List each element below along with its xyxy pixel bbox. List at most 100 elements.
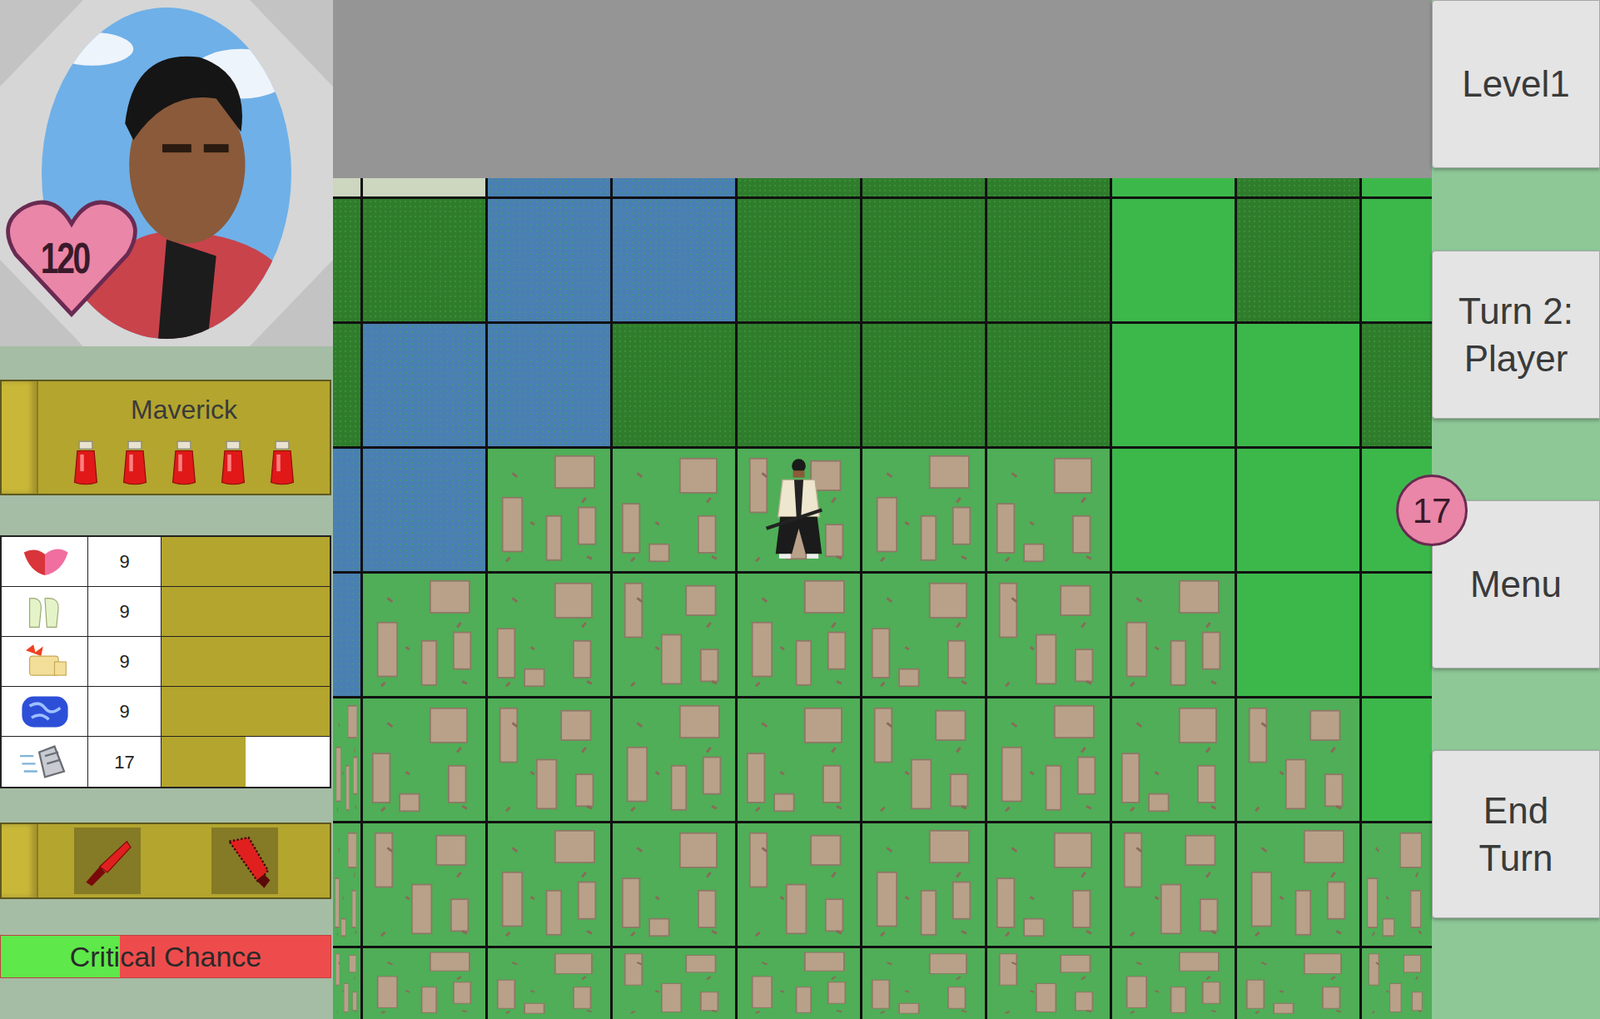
end-turn-button[interactable]: End Turn — [1431, 750, 1600, 919]
map-tile[interactable] — [612, 448, 736, 572]
map-tile[interactable] — [1112, 448, 1235, 572]
map-tile[interactable] — [1361, 698, 1432, 821]
map-tile[interactable] — [1361, 823, 1432, 946]
map-tile[interactable] — [362, 178, 486, 197]
map-tile[interactable] — [1112, 823, 1235, 946]
map-tile[interactable] — [487, 698, 611, 821]
map-tile[interactable] — [1112, 698, 1235, 821]
map-tile[interactable] — [1112, 198, 1235, 322]
map — [332, 178, 1432, 1019]
map-tile[interactable] — [487, 178, 611, 197]
map-tile[interactable] — [737, 573, 860, 696]
map-tile[interactable] — [1237, 323, 1360, 447]
map-tile[interactable] — [332, 448, 361, 572]
map-tile[interactable] — [362, 198, 486, 322]
map-tile[interactable] — [737, 698, 860, 821]
map-tile[interactable] — [737, 823, 860, 946]
map-tile[interactable] — [487, 448, 611, 572]
map-tile[interactable] — [987, 823, 1110, 946]
map-tile[interactable] — [612, 948, 736, 1019]
map-tile[interactable] — [862, 178, 985, 197]
ruins-icon — [1361, 948, 1432, 1019]
map-tile[interactable] — [987, 948, 1110, 1019]
level-button[interactable]: Level1 — [1431, 0, 1600, 169]
map-tile[interactable] — [862, 698, 985, 821]
map-tile[interactable] — [862, 323, 985, 447]
map-tile[interactable] — [1237, 573, 1360, 696]
map-tile[interactable] — [332, 698, 361, 821]
ruins-icon — [737, 823, 860, 946]
map-tile[interactable] — [1112, 573, 1235, 696]
samurai-unit-icon[interactable] — [740, 452, 857, 568]
map-tile[interactable] — [612, 823, 736, 946]
map-tile[interactable] — [987, 448, 1110, 572]
map-tile[interactable] — [487, 948, 611, 1019]
map-tile[interactable] — [987, 198, 1110, 322]
map-tile[interactable] — [987, 573, 1110, 696]
map-tile[interactable] — [737, 323, 860, 447]
map-tile[interactable] — [612, 698, 736, 821]
map-tile[interactable] — [987, 698, 1110, 821]
map-tile[interactable] — [1361, 948, 1432, 1019]
map-tile[interactable] — [332, 823, 361, 946]
map-tile[interactable] — [612, 178, 736, 197]
hp-heart: 120 — [4, 193, 139, 322]
map-tile[interactable] — [862, 448, 985, 572]
map-tile[interactable] — [487, 198, 611, 322]
map-tile[interactable] — [487, 573, 611, 696]
ruins-icon — [332, 823, 361, 946]
map-tile[interactable] — [1237, 823, 1360, 946]
map-tile[interactable] — [362, 948, 486, 1019]
map-tile[interactable] — [1237, 948, 1360, 1019]
map-tile[interactable] — [487, 323, 611, 447]
map-tile[interactable] — [1361, 198, 1432, 322]
map-tile[interactable] — [362, 573, 486, 696]
speed-icon — [15, 742, 75, 781]
stat-row: 9 — [1, 536, 330, 587]
map-tile[interactable] — [332, 573, 361, 696]
map-tile[interactable] — [612, 573, 736, 696]
map-tile[interactable] — [1361, 323, 1432, 447]
map-tile[interactable] — [737, 178, 860, 197]
turn-indicator[interactable]: Turn 2: Player — [1431, 250, 1600, 419]
map-tile[interactable] — [362, 323, 486, 447]
map-tile[interactable] — [612, 198, 736, 322]
map-tile[interactable] — [1237, 178, 1360, 197]
stat-row: 9 — [1, 636, 330, 687]
map-tile[interactable] — [737, 448, 860, 572]
ruins-icon — [737, 948, 860, 1019]
map-tile[interactable] — [862, 823, 985, 946]
map-tile[interactable] — [862, 948, 985, 1019]
map-tile[interactable] — [987, 178, 1110, 197]
saw-icon — [215, 831, 274, 890]
map-tile[interactable] — [737, 948, 860, 1019]
map-tile[interactable] — [1237, 448, 1360, 572]
weapon-slot[interactable] — [74, 827, 141, 895]
map-tile[interactable] — [862, 198, 985, 322]
map-tile[interactable] — [1112, 178, 1235, 197]
map-tile[interactable] — [362, 823, 486, 946]
map-tile[interactable] — [1361, 178, 1432, 197]
map-tile[interactable] — [362, 448, 486, 572]
map-tile[interactable] — [987, 323, 1110, 447]
map-tile[interactable] — [332, 198, 361, 322]
map-tile[interactable] — [332, 948, 361, 1019]
map-tile[interactable] — [362, 698, 486, 821]
map-tile[interactable] — [487, 823, 611, 946]
scroll-roll — [1, 824, 39, 898]
stat-value: 9 — [88, 586, 162, 637]
ruins-icon — [1112, 573, 1235, 696]
map-tile[interactable] — [332, 323, 361, 447]
map-tile[interactable] — [1112, 948, 1235, 1019]
weapon-slot[interactable] — [211, 827, 279, 895]
map-tile[interactable] — [737, 198, 860, 322]
map-tile[interactable] — [862, 573, 985, 696]
map-tile[interactable] — [612, 323, 736, 447]
map-tile[interactable] — [332, 178, 361, 197]
stat-bar — [161, 736, 330, 787]
map-tile[interactable] — [1237, 698, 1360, 821]
map-tile[interactable] — [1361, 573, 1432, 696]
map-tile[interactable] — [1112, 323, 1235, 447]
map-tile[interactable] — [1237, 198, 1360, 322]
stats-table: 999917 — [0, 535, 332, 789]
